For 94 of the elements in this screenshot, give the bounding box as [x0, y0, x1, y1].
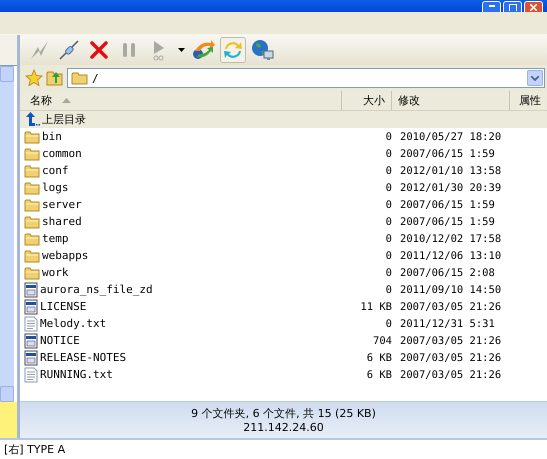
file-name[interactable]: conf: [42, 164, 68, 177]
modified-date: 2007/03/05 21:26: [400, 334, 502, 346]
file-size: 0: [386, 216, 392, 228]
sort-ascending-icon: [62, 98, 71, 103]
plug-icon: [58, 39, 80, 61]
lightning-icon: [28, 39, 50, 61]
caret-icon: [178, 48, 184, 52]
modified-date: 2011/12/06 13:10: [400, 250, 502, 262]
text-file-icon: [24, 366, 38, 382]
star-icon[interactable]: [25, 69, 43, 87]
up-folder-icon[interactable]: [46, 69, 64, 87]
document-icon: [24, 298, 38, 314]
close-button[interactable]: [524, 1, 543, 12]
panel-strip: [0, 402, 17, 438]
maximize-button[interactable]: [503, 1, 522, 12]
modified-date: 2012/01/30 20:39: [400, 182, 502, 194]
file-size: 0: [386, 284, 392, 296]
globe-network-button[interactable]: [250, 37, 276, 63]
file-size: 11 KB: [360, 300, 392, 312]
transfer-icon: [191, 39, 215, 61]
folder-icon: [24, 266, 40, 280]
column-header[interactable]: 大小: [342, 91, 392, 110]
minimize-button[interactable]: [482, 1, 501, 12]
file-name[interactable]: logs: [42, 181, 68, 194]
text-file-icon: [24, 316, 38, 332]
folder-icon: [24, 248, 40, 262]
file-name[interactable]: aurora_ns_file_zd: [40, 283, 153, 296]
file-size: 0: [386, 130, 392, 142]
close-icon: [530, 4, 537, 11]
file-name[interactable]: LICENSE: [40, 300, 86, 313]
file-name[interactable]: RELEASE-NOTES: [40, 351, 126, 364]
document-icon: [24, 282, 38, 298]
up-arrow-icon: [24, 112, 40, 127]
parent-directory-row[interactable]: 上层目录: [20, 111, 547, 128]
file-name[interactable]: 上层目录: [42, 112, 86, 127]
column-header[interactable]: 属性: [510, 91, 547, 110]
modified-date: 2007/03/05 21:26: [400, 352, 502, 364]
chevron-down-icon: [531, 76, 539, 80]
file-size: 6 KB: [366, 368, 392, 380]
file-name[interactable]: webapps: [42, 249, 88, 262]
minimize-icon: [488, 4, 494, 7]
modified-date: 2007/06/15 2:08: [400, 266, 495, 278]
modified-date: 2007/03/05 21:26: [400, 368, 502, 380]
folder-icon: [24, 232, 40, 246]
folder-icon: [24, 146, 40, 160]
folder-icon: [71, 71, 89, 85]
folder-icon: [24, 198, 40, 212]
file-size: 0: [386, 266, 392, 278]
modified-date: 2011/09/10 14:50: [400, 284, 502, 296]
address-input[interactable]: /: [89, 72, 527, 84]
column-header[interactable]: 修改: [392, 91, 510, 110]
file-name[interactable]: common: [42, 147, 82, 160]
file-name[interactable]: Melody.txt: [40, 317, 106, 330]
modified-date: 2010/05/27 18:20: [400, 130, 502, 142]
status-summary: 9 个文件夹, 6 个文件, 共 15 (25 KB): [191, 406, 376, 421]
folder-icon: [24, 130, 40, 144]
file-name[interactable]: work: [42, 266, 68, 279]
refresh-icon: [222, 39, 244, 61]
dropdown-button[interactable]: [527, 70, 543, 86]
modified-date: 2007/06/15 1:59: [400, 148, 495, 160]
file-size: 704: [373, 334, 392, 346]
file-size: 0: [386, 182, 392, 194]
file-name[interactable]: server: [42, 198, 82, 211]
document-icon: [24, 332, 38, 348]
file-name[interactable]: shared: [42, 215, 82, 228]
modified-date: 2007/03/05 21:26: [400, 300, 502, 312]
close-icon: [89, 40, 109, 60]
file-size: 0: [386, 250, 392, 262]
modified-date: 2012/01/10 13:58: [400, 164, 502, 176]
address-field[interactable]: /: [67, 68, 545, 88]
folder-icon: [24, 164, 40, 178]
document-icon: [24, 350, 38, 366]
file-size: 0: [386, 164, 392, 176]
modified-date: 2007/06/15 1:59: [400, 216, 495, 228]
globe-network-icon: [251, 39, 275, 61]
file-name[interactable]: NOTICE: [40, 334, 80, 347]
log-line: [右] TYPE A: [4, 442, 66, 457]
pause-icon: [121, 41, 137, 59]
file-size: 0: [386, 198, 392, 210]
file-size: 0: [386, 148, 392, 160]
modified-date: 2011/12/31 5:31: [400, 318, 495, 330]
file-size: 0: [386, 232, 392, 244]
file-name[interactable]: temp: [42, 232, 68, 245]
file-name[interactable]: bin: [42, 130, 62, 143]
file-size: 0: [386, 318, 392, 330]
modified-date: 2010/12/02 17:58: [400, 232, 502, 244]
file-name[interactable]: RUNNING.txt: [40, 368, 113, 381]
modified-date: 2007/06/15 1:59: [400, 198, 495, 210]
host-address: 211.142.24.60: [243, 421, 324, 434]
maximize-icon: [508, 4, 516, 11]
column-header[interactable]: 名称: [20, 91, 342, 110]
folder-icon: [24, 180, 40, 194]
folder-icon: [24, 214, 40, 228]
file-size: 6 KB: [366, 352, 392, 364]
